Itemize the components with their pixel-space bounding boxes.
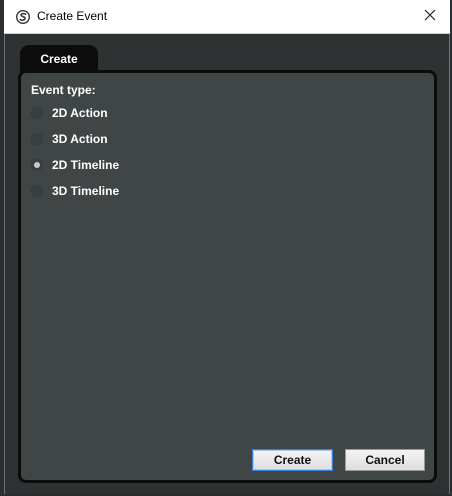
radio-option-3d-action[interactable]: 3D Action (30, 130, 108, 148)
radio-label: 3D Timeline (52, 184, 120, 198)
window-title: Create Event (37, 9, 108, 23)
app-logo-icon (15, 9, 31, 25)
title-bar: Create Event (4, 0, 450, 34)
radio-option-3d-timeline[interactable]: 3D Timeline (30, 182, 119, 200)
radio-option-2d-action[interactable]: 2D Action (30, 104, 108, 122)
radio-label: 2D Action (52, 106, 108, 120)
radio-button-selected[interactable] (31, 159, 43, 171)
radio-option-2d-timeline[interactable]: 2D Timeline (30, 156, 119, 174)
radio-button[interactable] (31, 107, 43, 119)
close-icon (424, 8, 436, 26)
cancel-button[interactable]: Cancel (345, 449, 425, 471)
radio-label: 2D Timeline (52, 158, 120, 172)
tab-create[interactable]: Create (20, 45, 98, 72)
radio-button[interactable] (31, 185, 43, 197)
radio-label: 3D Action (52, 132, 108, 146)
radio-button[interactable] (31, 133, 43, 145)
event-type-label: Event type: (31, 83, 96, 97)
create-button[interactable]: Create (252, 449, 333, 471)
close-button[interactable] (410, 0, 450, 34)
